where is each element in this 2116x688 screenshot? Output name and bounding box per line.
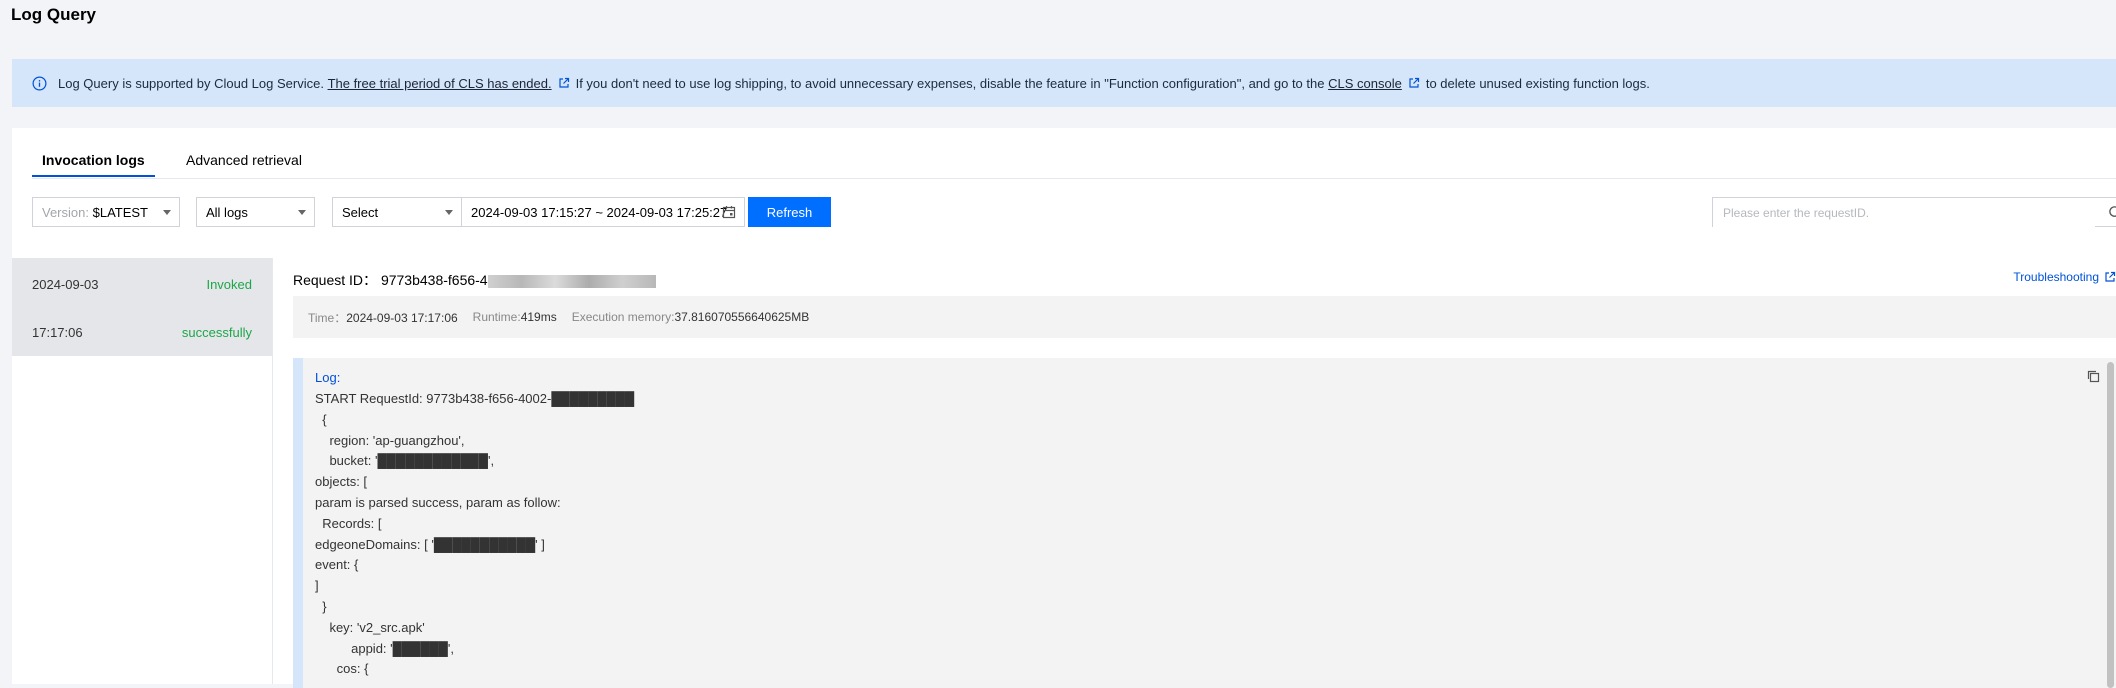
version-value: $LATEST [92, 204, 148, 220]
log-type-value: All logs [206, 204, 248, 220]
date-range-picker[interactable]: 2024-09-03 17:15:27 ~ 2024-09-03 17:25:2… [461, 197, 745, 227]
version-label: Version: [42, 204, 89, 220]
time-label: Time： [308, 310, 347, 325]
calendar-icon[interactable] [722, 205, 736, 219]
chevron-down-icon [163, 210, 171, 215]
external-link-icon[interactable] [1408, 77, 1420, 89]
list-item[interactable]: 2024-09-03 Invoked 17:17:06 successfully [12, 258, 272, 356]
log-date: 2024-09-03 [32, 277, 99, 292]
chevron-down-icon [445, 210, 453, 215]
log-panel: Invocation logs Advanced retrieval Versi… [12, 128, 2116, 688]
log-output: Log: START RequestId: 9773b438-f656-4002… [293, 358, 2116, 688]
tab-bar: Invocation logs Advanced retrieval [32, 152, 2116, 179]
cls-notice-banner: Log Query is supported by Cloud Log Serv… [12, 59, 2116, 107]
notice-text-1: Log Query is supported by Cloud Log Serv… [58, 75, 324, 91]
page-title: Log Query [11, 5, 97, 24]
request-id-label: Request ID： [293, 272, 378, 288]
runtime-label: Runtime: [472, 310, 521, 324]
version-select[interactable]: Version: $LATEST [32, 197, 180, 227]
status-badge: Invoked [206, 277, 252, 292]
redacted-text [487, 274, 656, 288]
notice-text-3: to delete unused existing function logs. [1425, 75, 1650, 91]
cls-trial-link[interactable]: The free trial period of CLS has ended. [328, 76, 552, 91]
date-range-value: 2024-09-03 17:15:27 ~ 2024-09-03 17:25:2… [471, 204, 728, 220]
info-icon [32, 76, 47, 91]
time-range-value: Select [342, 204, 379, 220]
request-id-input[interactable] [1713, 198, 2095, 228]
memory-label: Execution memory: [571, 310, 675, 324]
time-value: 2024-09-03 17:17:06 [346, 310, 458, 325]
request-id-search[interactable] [1712, 197, 2116, 228]
memory-value: 37.816070556640625MB [674, 310, 810, 324]
log-content: START RequestId: 9773b438-f656-4002-████… [315, 391, 635, 677]
log-scrollbar[interactable] [2106, 358, 2114, 688]
invocation-meta: Time：2024-09-03 17:17:06 Runtime:419ms E… [293, 296, 2116, 338]
time-range-select[interactable]: Select [332, 197, 462, 227]
log-heading: Log: [315, 370, 341, 385]
chevron-down-icon [298, 210, 306, 215]
notice-text-2: If you don't need to use log shipping, t… [575, 75, 1325, 91]
request-id: Request ID： 9773b438-f656-4 [293, 270, 656, 290]
search-icon[interactable] [2108, 205, 2116, 220]
tab-invocation-logs[interactable]: Invocation logs [32, 152, 155, 177]
troubleshooting-link[interactable]: Troubleshooting [2013, 270, 2116, 284]
invocation-list: 2024-09-03 Invoked 17:17:06 successfully [12, 258, 273, 684]
troubleshooting-label: Troubleshooting [2013, 270, 2099, 284]
tab-advanced-retrieval[interactable]: Advanced retrieval [186, 152, 302, 176]
request-id-value: 9773b438-f656-4 [380, 272, 488, 288]
runtime-value: 419ms [520, 310, 557, 324]
cls-console-link[interactable]: CLS console [1328, 76, 1402, 91]
log-time: 17:17:06 [32, 325, 83, 340]
refresh-button[interactable]: Refresh [748, 197, 831, 227]
scrollbar-thumb[interactable] [2107, 362, 2114, 688]
status-badge: successfully [181, 325, 252, 340]
external-link-icon[interactable] [558, 77, 570, 89]
copy-icon[interactable] [2087, 370, 2100, 383]
external-link-icon [2104, 271, 2116, 283]
log-type-select[interactable]: All logs [196, 197, 315, 227]
